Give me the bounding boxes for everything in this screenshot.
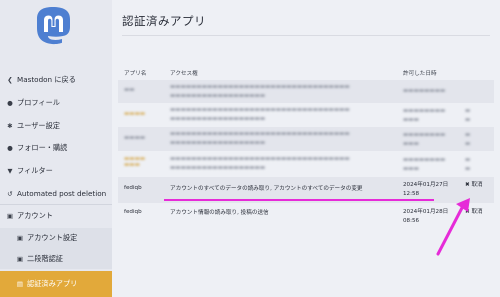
- redacted-row: ▬▬ ▬▬▬▬▬▬▬▬▬▬▬▬▬▬▬▬▬▬▬▬▬▬▬▬▬▬▬▬▬▬▬▬▬▬ ▬▬▬…: [118, 80, 494, 103]
- redacted-app-name: ▬▬▬▬: [124, 135, 146, 141]
- app-name: fediqb: [124, 185, 142, 191]
- column-header-date: 許可した日時: [403, 71, 437, 77]
- redacted-revoke: ▬ ▬: [465, 157, 471, 172]
- gear-icon: ✱: [7, 121, 13, 130]
- column-header-access: アクセス権: [170, 71, 198, 77]
- date: 2024年01月27日: [403, 182, 449, 188]
- redacted-app-name: ▬▬▬▬: [124, 111, 146, 117]
- redacted-date: ▬▬▬▬▬▬▬▬ ▬▬▬: [403, 108, 446, 123]
- redacted-app-name: ▬▬▬▬ ▬▬▬: [124, 156, 146, 168]
- sidebar-item-label: プロフィール: [17, 97, 60, 107]
- sidebar-item-back[interactable]: ❮ Mastodon に戻る: [0, 68, 112, 91]
- access-scopes: アカウントのすべてのデータの読み取り, アカウントのすべてのデータの変更: [170, 186, 363, 192]
- lock-icon: ▣: [16, 233, 24, 242]
- revoke-button[interactable]: ✖ 取消: [465, 181, 483, 190]
- sidebar-item-label: ユーザー設定: [17, 120, 60, 130]
- redacted-row: ▬▬▬▬ ▬▬▬ ▬▬▬▬▬▬▬▬▬▬▬▬▬▬▬▬▬▬▬▬▬▬▬▬▬▬▬▬▬▬▬▬…: [118, 151, 494, 177]
- column-header-app: アプリ名: [124, 71, 147, 77]
- redacted-revoke: ▬ ▬: [465, 108, 471, 123]
- history-icon: ↺: [7, 189, 13, 198]
- sidebar-item-label: フィルター: [17, 165, 53, 175]
- divider: [122, 35, 490, 36]
- sidebar-item-label: アカウント: [17, 211, 53, 220]
- main-content: 認証済みアプリ アプリ名 アクセス権 許可した日時 ▬▬ ▬▬▬▬▬▬▬▬▬▬▬…: [112, 0, 500, 297]
- sidebar-item-user-settings[interactable]: ✱ ユーザー設定: [0, 114, 112, 137]
- redacted-app-name: ▬▬: [124, 87, 135, 93]
- highlight-underline: [164, 199, 434, 201]
- redacted-access: ▬▬▬▬▬▬▬▬▬▬▬▬▬▬▬▬▬▬▬▬▬▬▬▬▬▬▬▬▬▬▬▬▬▬ ▬▬▬▬▬▬…: [170, 156, 350, 171]
- sidebar-item-post-deletion[interactable]: ↺ Automated post deletion: [0, 182, 112, 205]
- sidebar-item-label: フォロー・購読: [17, 142, 68, 152]
- sidebar-item-follows[interactable]: ● フォロー・購読: [0, 136, 112, 159]
- access-scopes: アカウント情報の読み取り, 投稿の送信: [170, 210, 269, 216]
- annotation-arrow-icon: [436, 198, 470, 256]
- sidebar-item-label: 二段階認証: [27, 253, 63, 263]
- redacted-access: ▬▬▬▬▬▬▬▬▬▬▬▬▬▬▬▬▬▬▬▬▬▬▬▬▬▬▬▬▬▬▬▬▬▬ ▬▬▬▬▬▬…: [170, 84, 350, 99]
- page-title: 認証済みアプリ: [122, 14, 206, 28]
- redacted-revoke: ▬ ▬: [465, 132, 471, 147]
- redacted-row: ▬▬▬▬ ▬▬▬▬▬▬▬▬▬▬▬▬▬▬▬▬▬▬▬▬▬▬▬▬▬▬▬▬▬▬▬▬▬▬ ▬…: [118, 103, 494, 127]
- chevron-left-icon: ❮: [7, 75, 13, 84]
- sidebar-item-profile[interactable]: ● プロフィール: [0, 91, 112, 114]
- list-icon: ▤: [16, 280, 24, 288]
- app-name: fediqb: [124, 209, 142, 215]
- redacted-access: ▬▬▬▬▬▬▬▬▬▬▬▬▬▬▬▬▬▬▬▬▬▬▬▬▬▬▬▬▬▬▬▬▬▬ ▬▬▬▬▬▬…: [170, 107, 350, 122]
- sidebar-item-label: Automated post deletion: [17, 189, 107, 198]
- table-header: アプリ名 アクセス権 許可した日時: [118, 66, 494, 79]
- sidebar-item-label: アカウント設定: [27, 232, 78, 242]
- redacted-date: ▬▬▬▬▬▬▬▬ ▬▬▬: [403, 157, 446, 172]
- time: 08:56: [403, 217, 420, 224]
- redacted-row: ▬▬▬▬ ▬▬▬▬▬▬▬▬▬▬▬▬▬▬▬▬▬▬▬▬▬▬▬▬▬▬▬▬▬▬▬▬▬▬ ▬…: [118, 127, 494, 151]
- sidebar-item-account-settings[interactable]: ▣ アカウント設定: [0, 226, 112, 249]
- sidebar-item-two-factor[interactable]: ▣ 二段階認証: [0, 247, 112, 270]
- sidebar-item-authorized-apps[interactable]: ▤ 認証済みアプリ: [0, 271, 112, 297]
- mastodon-logo[interactable]: [34, 6, 72, 46]
- sidebar-item-label: Mastodon に戻る: [17, 74, 76, 84]
- sidebar-item-filters[interactable]: ▼ フィルター: [0, 159, 112, 182]
- sidebar-item-label: 認証済みアプリ: [27, 279, 78, 288]
- redacted-access: ▬▬▬▬▬▬▬▬▬▬▬▬▬▬▬▬▬▬▬▬▬▬▬▬▬▬▬▬▬▬▬▬▬▬ ▬▬▬▬▬▬…: [170, 131, 350, 146]
- lock-icon: ▣: [6, 212, 14, 220]
- users-icon: ●: [7, 143, 13, 152]
- sidebar-item-account[interactable]: ▣ アカウント: [0, 204, 112, 227]
- redacted-date: ▬▬▬▬▬▬▬▬: [403, 88, 446, 94]
- redacted-date: ▬▬▬▬▬▬▬▬ ▬▬▬: [403, 132, 446, 147]
- lock-icon: ▣: [16, 254, 24, 263]
- filter-icon: ▼: [7, 166, 13, 175]
- sidebar: ❮ Mastodon に戻る ● プロフィール ✱ ユーザー設定 ● フォロー・…: [0, 0, 112, 297]
- time: 12:58: [403, 190, 420, 197]
- user-icon: ●: [7, 98, 13, 107]
